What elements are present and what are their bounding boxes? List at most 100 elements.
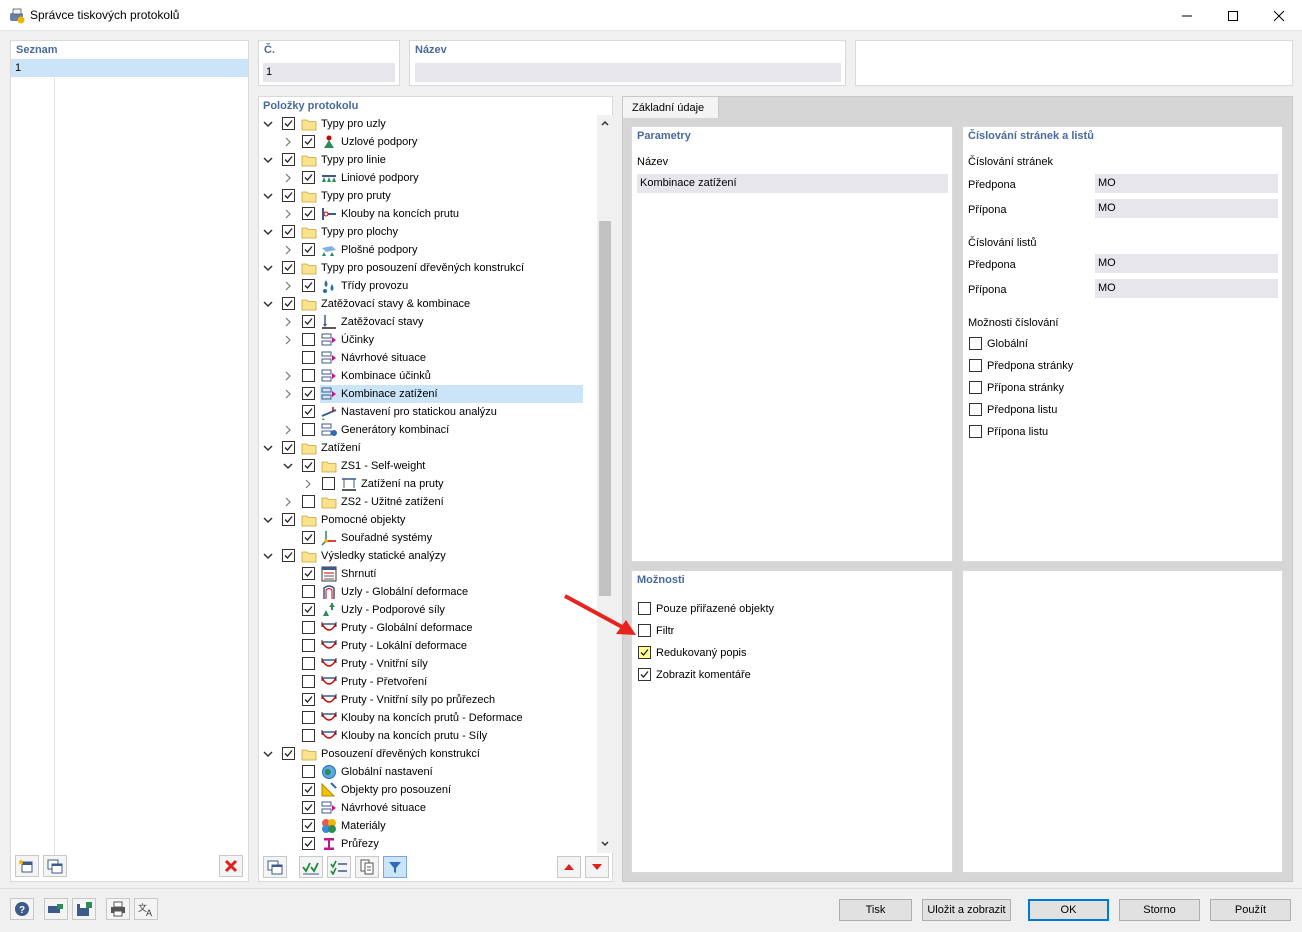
tree-item-checkbox[interactable]: [282, 189, 295, 202]
invert-selection-button[interactable]: [327, 856, 351, 878]
tree-item[interactable]: Kombinace účinků: [259, 367, 597, 385]
sheet-suffix-field[interactable]: MO: [1095, 279, 1278, 298]
tree-item-checkbox[interactable]: [302, 837, 315, 850]
chevron-right-icon[interactable]: [282, 172, 294, 184]
scroll-down-icon[interactable]: [600, 839, 610, 849]
name-field[interactable]: [415, 63, 841, 82]
tree-item-checkbox[interactable]: [302, 171, 315, 184]
tree-item[interactable]: Průřezy: [259, 835, 597, 853]
tree-item-checkbox[interactable]: [302, 711, 315, 724]
chevron-down-icon[interactable]: [262, 550, 274, 562]
tree-item[interactable]: Pruty - Lokální deformace: [259, 637, 597, 655]
numbering-option-checkbox[interactable]: [969, 425, 982, 438]
minimize-button[interactable]: [1164, 0, 1210, 31]
tree-item-checkbox[interactable]: [282, 117, 295, 130]
tree-item[interactable]: Nastavení pro statickou analýzu: [259, 403, 597, 421]
tree-item-checkbox[interactable]: [302, 657, 315, 670]
scroll-up-icon[interactable]: [600, 118, 610, 128]
tree-item[interactable]: Materiály: [259, 817, 597, 835]
move-down-button[interactable]: [585, 856, 609, 878]
tree-item-checkbox[interactable]: [302, 621, 315, 634]
tree-item[interactable]: Návrhové situace: [259, 349, 597, 367]
copy-report-button[interactable]: [43, 855, 67, 877]
language-button[interactable]: 文A: [134, 898, 158, 920]
numbering-option-checkbox[interactable]: [969, 381, 982, 394]
chevron-right-icon[interactable]: [282, 334, 294, 346]
units-button[interactable]: [44, 898, 68, 920]
chevron-right-icon[interactable]: [282, 208, 294, 220]
maximize-button[interactable]: [1210, 0, 1256, 31]
chevron-down-icon[interactable]: [262, 118, 274, 130]
new-report-button[interactable]: [15, 855, 39, 877]
numbering-option-checkbox[interactable]: [969, 403, 982, 416]
tree-item[interactable]: Souřadné systémy: [259, 529, 597, 547]
tree-item[interactable]: ZS1 - Self-weight: [259, 457, 597, 475]
chevron-down-icon[interactable]: [262, 154, 274, 166]
tree-item-checkbox[interactable]: [302, 135, 315, 148]
tree-item[interactable]: Třídy provozu: [259, 277, 597, 295]
chevron-down-icon[interactable]: [262, 226, 274, 238]
tree-item-checkbox[interactable]: [302, 333, 315, 346]
chevron-down-icon[interactable]: [282, 460, 294, 472]
chevron-down-icon[interactable]: [262, 748, 274, 760]
tree-item[interactable]: Návrhové situace: [259, 799, 597, 817]
tree-item[interactable]: Typy pro plochy: [259, 223, 597, 241]
tree-item[interactable]: Pruty - Globální deformace: [259, 619, 597, 637]
chevron-right-icon[interactable]: [302, 478, 314, 490]
tree-item-checkbox[interactable]: [302, 495, 315, 508]
page-prefix-field[interactable]: MO: [1095, 174, 1278, 193]
chevron-right-icon[interactable]: [282, 280, 294, 292]
tree-item[interactable]: Objekty pro posouzení: [259, 781, 597, 799]
copy-items-button[interactable]: [263, 856, 287, 878]
move-up-button[interactable]: [557, 856, 581, 878]
description-panel[interactable]: [855, 40, 1293, 86]
tree-item[interactable]: Klouby na koncích prutu - Síly: [259, 727, 597, 745]
chevron-right-icon[interactable]: [282, 424, 294, 436]
tree-item-checkbox[interactable]: [302, 639, 315, 652]
chevron-down-icon[interactable]: [262, 514, 274, 526]
tree-item-checkbox[interactable]: [302, 369, 315, 382]
tree-item-checkbox[interactable]: [302, 729, 315, 742]
tree-item-checkbox[interactable]: [302, 819, 315, 832]
tree-item-checkbox[interactable]: [282, 261, 295, 274]
tree-item[interactable]: Typy pro posouzení dřevěných konstrukcí: [259, 259, 597, 277]
cancel-button[interactable]: Storno: [1119, 899, 1200, 921]
tree-item[interactable]: Uzly - Globální deformace: [259, 583, 597, 601]
tree-item-checkbox[interactable]: [282, 297, 295, 310]
tree-item-checkbox[interactable]: [302, 459, 315, 472]
chevron-down-icon[interactable]: [262, 262, 274, 274]
tree-item[interactable]: Generátory kombinací: [259, 421, 597, 439]
scrollbar-thumb[interactable]: [599, 221, 611, 596]
save-and-show-button[interactable]: Uložit a zobrazit: [922, 899, 1011, 921]
numbering-option-checkbox[interactable]: [969, 337, 982, 350]
chevron-right-icon[interactable]: [282, 370, 294, 382]
tree-item[interactable]: Typy pro pruty: [259, 187, 597, 205]
tree-item-checkbox[interactable]: [282, 513, 295, 526]
tree-item[interactable]: Zatěžovací stavy & kombinace: [259, 295, 597, 313]
tree-item-checkbox[interactable]: [302, 351, 315, 364]
tree-item[interactable]: Zatěžovací stavy: [259, 313, 597, 331]
tree-item-checkbox[interactable]: [282, 747, 295, 760]
tree-item[interactable]: Pruty - Vnitřní síly po průřezech: [259, 691, 597, 709]
tree-item[interactable]: Typy pro uzly: [259, 115, 597, 133]
apply-button[interactable]: Použít: [1210, 899, 1291, 921]
number-field[interactable]: 1: [263, 63, 395, 82]
list-row[interactable]: 1: [11, 59, 248, 77]
tree-item-checkbox[interactable]: [302, 603, 315, 616]
tree-item-checkbox[interactable]: [302, 675, 315, 688]
tree-item-checkbox[interactable]: [302, 243, 315, 256]
tree-item-checkbox[interactable]: [302, 423, 315, 436]
chevron-down-icon[interactable]: [262, 442, 274, 454]
tree-item-checkbox[interactable]: [302, 387, 315, 400]
tree-item-checkbox[interactable]: [302, 693, 315, 706]
check-all-button[interactable]: [299, 856, 323, 878]
chevron-down-icon[interactable]: [262, 190, 274, 202]
tree-item[interactable]: Typy pro linie: [259, 151, 597, 169]
tree-item[interactable]: Uzly - Podporové síly: [259, 601, 597, 619]
tree-item[interactable]: Výsledky statické analýzy: [259, 547, 597, 565]
tree-item-checkbox[interactable]: [302, 279, 315, 292]
print-button[interactable]: Tisk: [839, 899, 912, 921]
tree-item-checkbox[interactable]: [302, 315, 315, 328]
sheet-prefix-field[interactable]: MO: [1095, 254, 1278, 273]
chevron-right-icon[interactable]: [282, 244, 294, 256]
